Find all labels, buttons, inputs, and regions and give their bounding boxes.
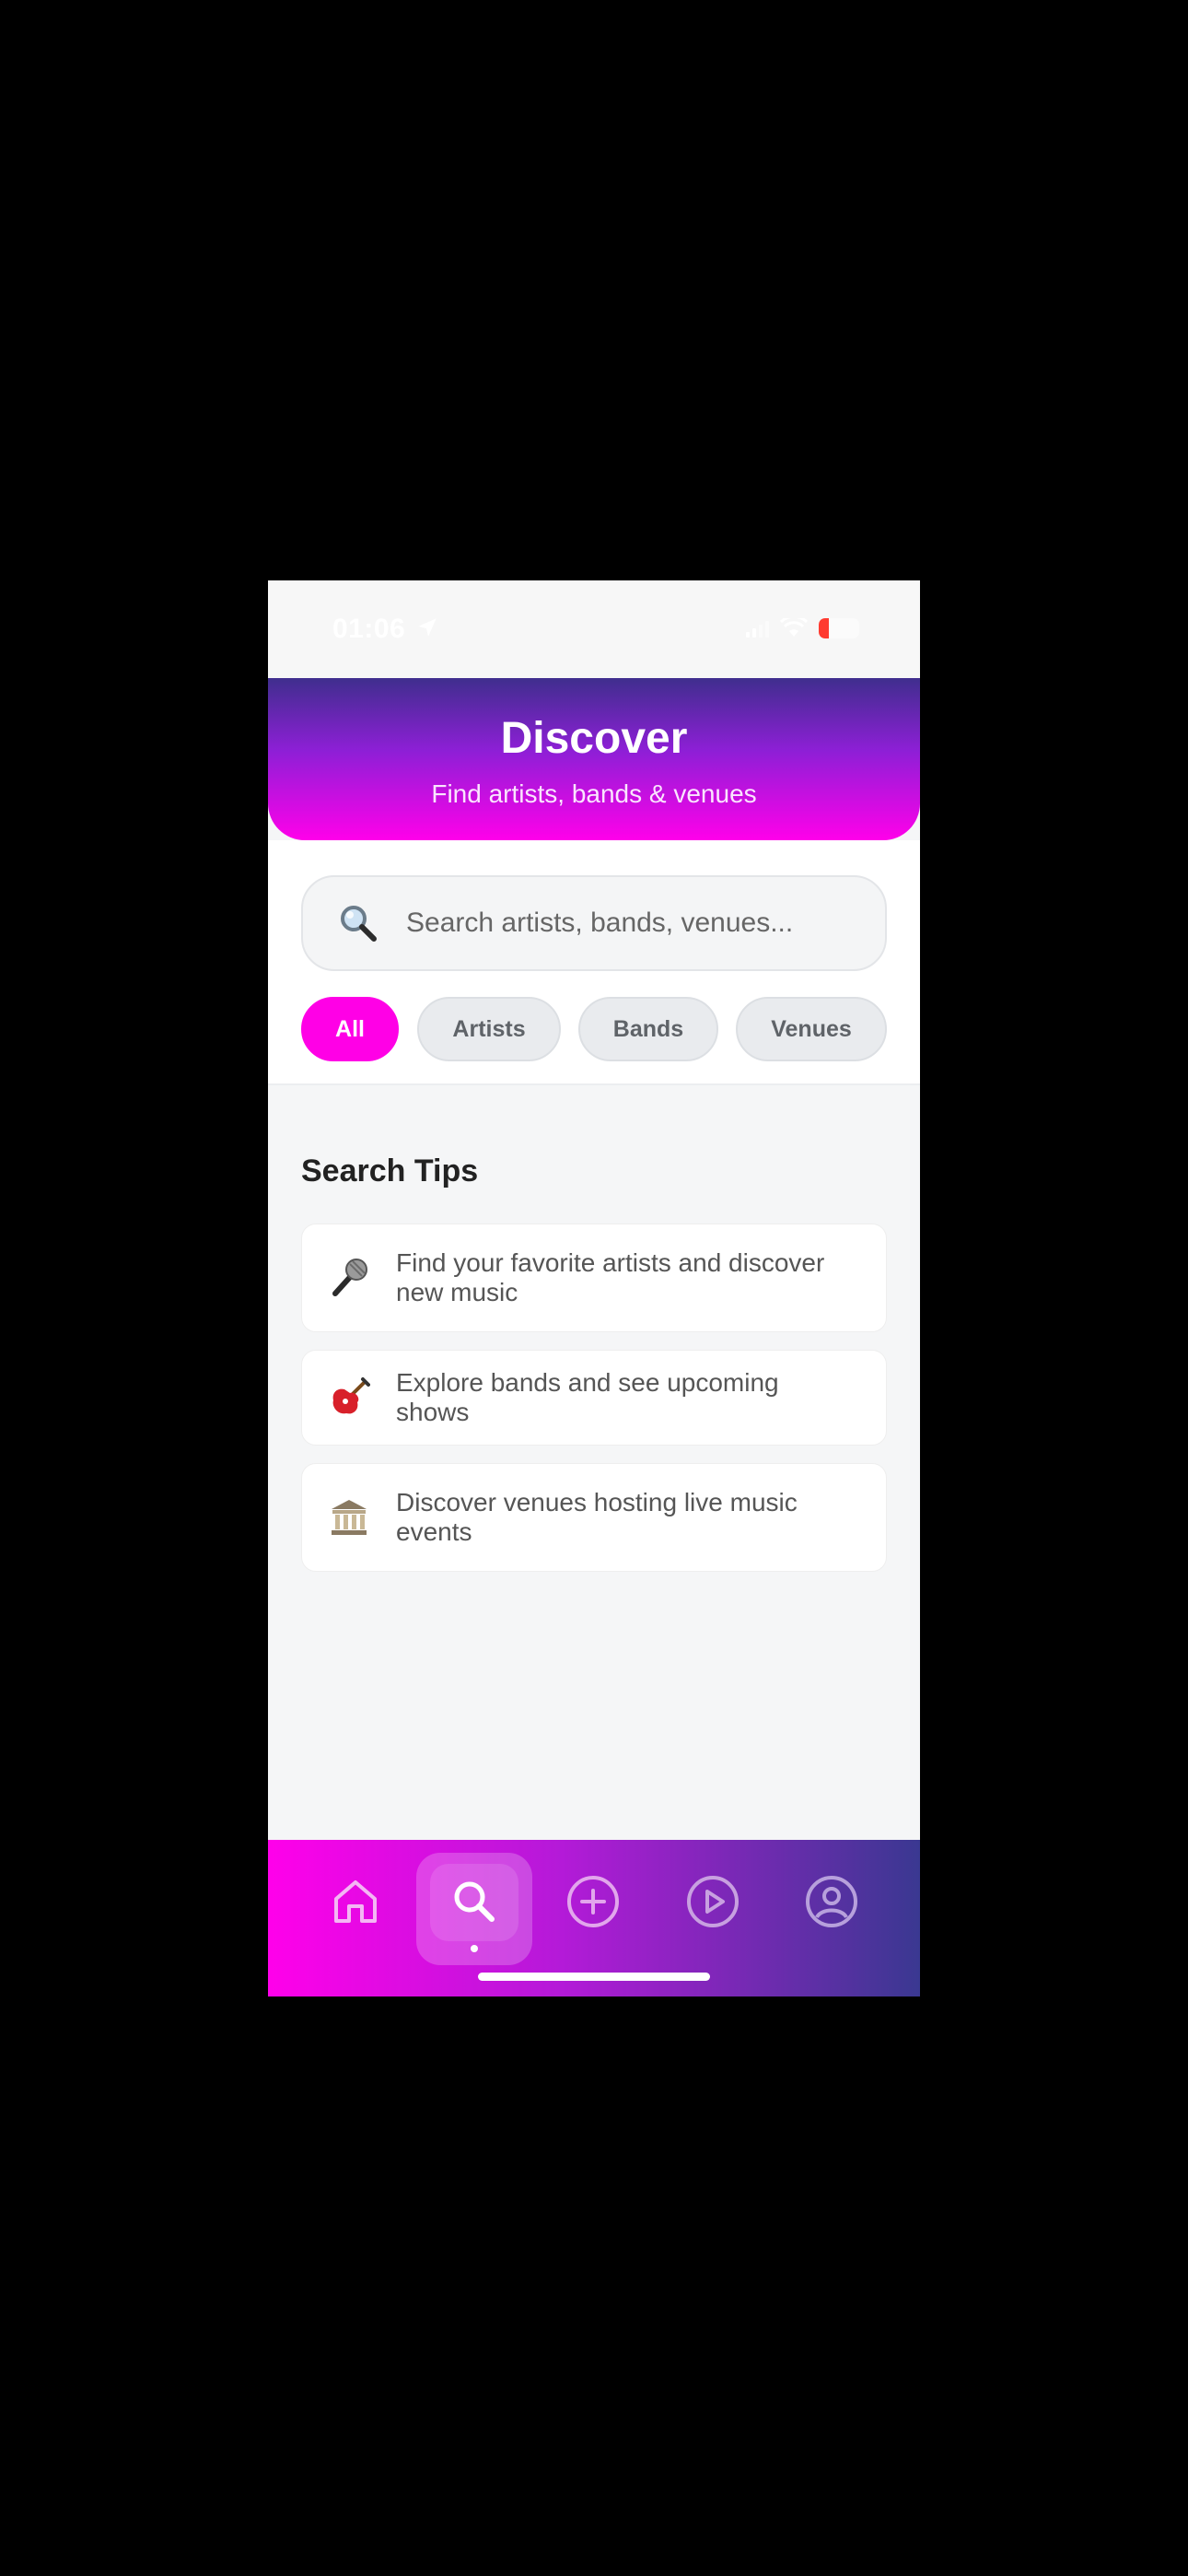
active-tab-dot (471, 1945, 478, 1952)
search-section: All Artists Bands Venues (268, 840, 920, 1085)
search-bar[interactable] (301, 875, 887, 971)
status-indicators (746, 617, 859, 639)
filter-venues[interactable]: Venues (736, 997, 887, 1061)
location-arrow-icon (418, 618, 437, 637)
microphone-icon (302, 1257, 396, 1299)
battery-icon (819, 618, 859, 638)
tab-profile[interactable] (803, 1873, 860, 1930)
tip-card: Discover venues hosting live music event… (301, 1463, 887, 1572)
home-icon (334, 1880, 377, 1923)
tip-card: Explore bands and see upcoming shows (301, 1350, 887, 1446)
add-circle-icon (567, 1876, 619, 1927)
tip-text: Explore bands and see upcoming shows (396, 1368, 779, 1426)
tip-text: Find your favorite artists and discover … (396, 1248, 825, 1306)
play-circle-icon (687, 1876, 739, 1927)
home-indicator[interactable] (478, 1973, 710, 1981)
tab-home[interactable] (327, 1873, 384, 1930)
status-time: 01:06 (332, 614, 406, 644)
search-input[interactable] (406, 907, 848, 939)
tab-search[interactable] (446, 1873, 503, 1930)
search-tips-heading: Search Tips (301, 1153, 479, 1188)
app-screen: 01:06 Discover Find artists, bands & ven… (268, 580, 920, 1996)
tip-text: Discover venues hosting live music event… (396, 1488, 798, 1546)
search-icon (454, 1881, 495, 1922)
cellular-signal-icon (746, 619, 769, 638)
guitar-icon (302, 1376, 396, 1419)
page-title: Discover (500, 714, 688, 763)
page-subtitle: Find artists, bands & venues (431, 779, 757, 808)
filter-all[interactable]: All (301, 997, 399, 1061)
tab-create[interactable] (565, 1873, 622, 1930)
tip-card: Find your favorite artists and discover … (301, 1224, 887, 1332)
status-bar: 01:06 (268, 580, 920, 678)
wifi-icon (780, 618, 808, 637)
filter-bands[interactable]: Bands (578, 997, 718, 1061)
magnifying-glass-icon (341, 906, 377, 942)
classical-building-icon (302, 1496, 396, 1539)
profile-circle-icon (806, 1876, 857, 1927)
filter-artists[interactable]: Artists (417, 997, 561, 1061)
page-header: Discover Find artists, bands & venues (268, 678, 920, 840)
tab-play[interactable] (684, 1873, 741, 1930)
